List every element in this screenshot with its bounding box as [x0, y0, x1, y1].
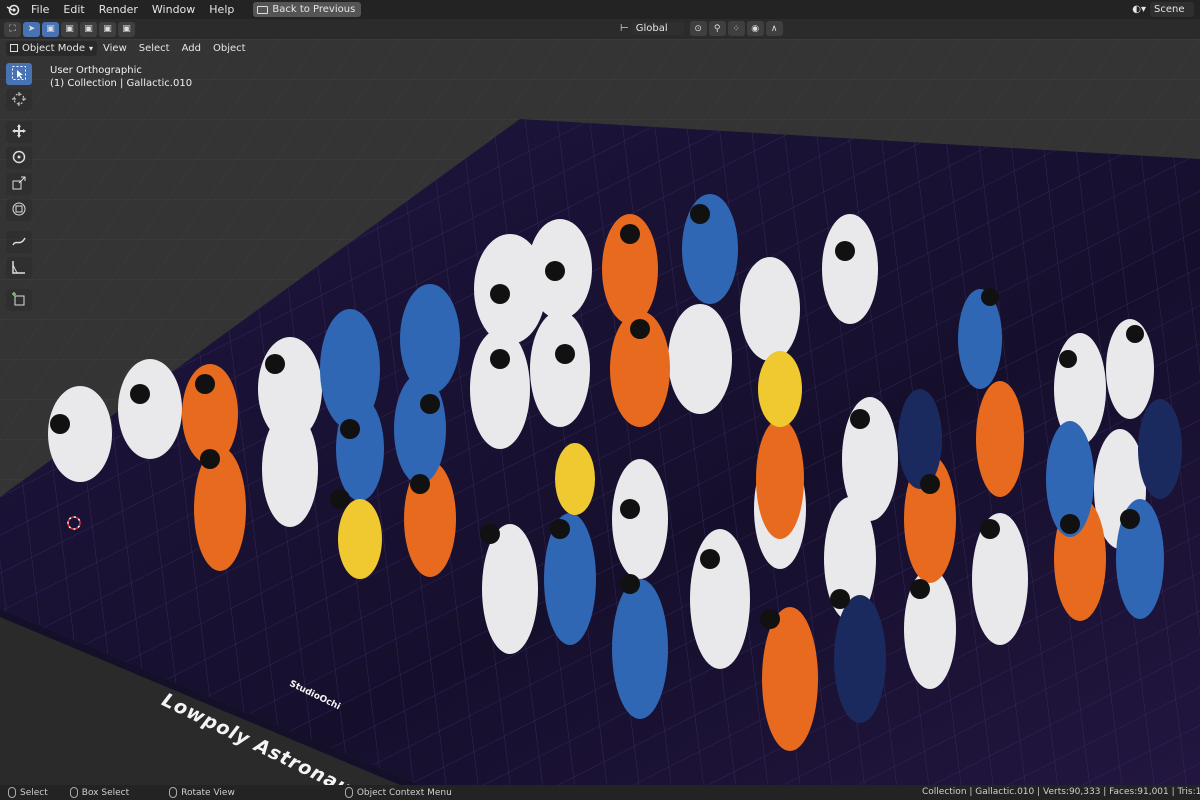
object-mode-icon — [10, 44, 18, 52]
add-cube-tool[interactable] — [6, 289, 32, 311]
hint-rotate-view-label: Rotate View — [181, 787, 235, 798]
transform-tool[interactable] — [6, 199, 32, 221]
mouse-middle-icon — [169, 787, 178, 798]
mouse-left-icon — [8, 787, 16, 798]
viewport-scene — [0, 39, 1200, 785]
move-icon — [11, 123, 27, 142]
scale-tool[interactable] — [6, 173, 32, 195]
back-to-previous-label: Back to Previous — [272, 4, 356, 15]
tool-shelf — [6, 63, 34, 311]
annotate-icon — [11, 233, 27, 252]
menu-window[interactable]: Window — [145, 0, 202, 19]
hint-box-select: Box Select — [69, 787, 130, 798]
status-bar: Select Box Select Rotate View Object Con… — [0, 785, 1200, 800]
hint-context-menu-label: Object Context Menu — [356, 787, 452, 798]
scene-statistics: Collection | Gallactic.010 | Verts:90,33… — [922, 787, 1200, 797]
select-mode-intersect-icon[interactable]: ▣ — [118, 21, 135, 37]
object-mode-label: Object Mode — [22, 42, 85, 54]
chevron-down-icon: ▾ — [89, 43, 94, 53]
object-mode-dropdown[interactable]: Object Mode ▾ — [6, 40, 98, 56]
menu-view[interactable]: View — [97, 43, 133, 54]
scene-icon[interactable]: ◐▾ — [1132, 4, 1146, 15]
falloff-icon[interactable]: ∧ — [765, 21, 783, 36]
menu-add[interactable]: Add — [176, 43, 207, 54]
select-mode-subtract-icon[interactable]: ▣ — [80, 21, 97, 37]
hint-rotate-view: Rotate View — [169, 787, 235, 798]
rotate-tool[interactable] — [6, 147, 32, 169]
snap-element-icon[interactable]: ⁘ — [727, 21, 745, 36]
transform-orientation-dropdown[interactable]: Global — [631, 22, 684, 35]
menu-object[interactable]: Object — [207, 43, 252, 54]
measure-tool[interactable] — [6, 257, 32, 279]
select-box-tool[interactable] — [6, 63, 32, 85]
back-screen-icon — [257, 5, 269, 14]
menu-render[interactable]: Render — [92, 0, 145, 19]
view-name: User Orthographic — [50, 65, 142, 76]
3d-viewport[interactable]: Lowpoly Astronauts StudioOchi User Ortho… — [0, 39, 1200, 785]
cursor-tool[interactable] — [6, 89, 32, 111]
viewport-header: Object Mode ▾ View Select Add Object — [0, 39, 1200, 57]
scene-selector: ◐▾ Scene — [1132, 0, 1200, 19]
move-tool[interactable] — [6, 121, 32, 143]
cursor-icon — [11, 91, 27, 110]
mouse-drag-icon — [69, 787, 78, 798]
hint-select-label: Select — [20, 787, 48, 798]
transform-orientation-icon: ⊢ — [620, 23, 629, 34]
blender-logo-icon[interactable] — [6, 3, 20, 17]
scene-name-field[interactable]: Scene — [1150, 2, 1194, 17]
menu-help[interactable]: Help — [202, 0, 241, 19]
viewport-info: User Orthographic (1) Collection | Galla… — [50, 64, 192, 90]
pivot-point-icon[interactable]: ⊙ — [689, 21, 707, 36]
measure-icon — [11, 259, 27, 278]
menu-file[interactable]: File — [24, 0, 56, 19]
annotate-tool[interactable] — [6, 231, 32, 253]
proportional-edit-icon[interactable]: ◉ — [746, 21, 764, 36]
select-mode-extend-icon[interactable]: ▣ — [61, 21, 78, 37]
select-box-icon — [11, 65, 27, 84]
add-cube-icon — [11, 291, 27, 310]
tool-header: ⛶ ➤ ▣ ▣ ▣ ▣ ▣ ⊢ Global ⊙ ⚲ ⁘ ◉ ∧ — [0, 19, 1200, 39]
snap-toggle-icon[interactable]: ⚲ — [708, 21, 726, 36]
collection-info: (1) Collection | Gallactic.010 — [50, 78, 193, 89]
select-tool-icon[interactable]: ➤ — [23, 21, 40, 37]
menu-edit[interactable]: Edit — [56, 0, 91, 19]
top-bar: File Edit Render Window Help Back to Pre… — [0, 0, 1200, 19]
transform-icon — [11, 201, 27, 220]
select-mode-new-icon[interactable]: ▣ — [42, 21, 59, 37]
hint-box-select-label: Box Select — [81, 787, 130, 798]
hint-context-menu: Object Context Menu — [344, 787, 452, 798]
rotate-icon — [11, 149, 27, 168]
menu-select[interactable]: Select — [133, 43, 176, 54]
editor-type-icon[interactable]: ⛶ — [4, 21, 21, 37]
select-mode-invert-icon[interactable]: ▣ — [99, 21, 116, 37]
hint-select: Select — [8, 787, 48, 798]
scale-icon — [11, 175, 27, 194]
back-to-previous-button[interactable]: Back to Previous — [253, 2, 362, 17]
mouse-right-icon — [344, 787, 353, 798]
